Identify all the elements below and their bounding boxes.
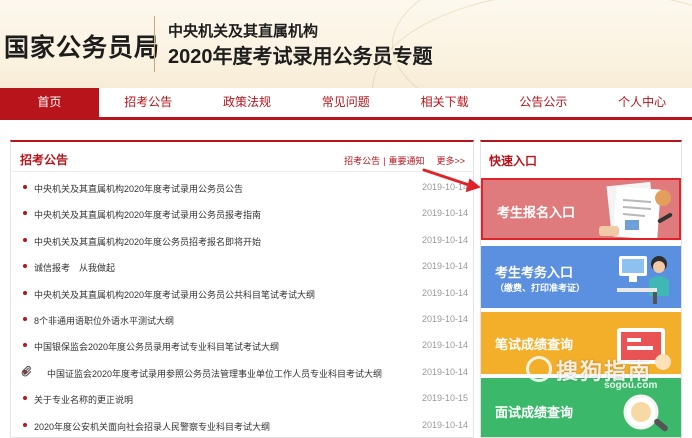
quick-entry-panel: 快速入口 考生报名入口 考生考务入口 （缴费、打印准考证） 笔试成绩查询 面试成…: [480, 140, 682, 438]
list-item[interactable]: 2020年度公安机关面向社会招录人民警察专业科目考试大纲 2019-10-14: [11, 412, 473, 437]
notice-title[interactable]: 中央机关及其直属机构2020年度考试录用公务员公共科目笔试考试大纲: [34, 288, 315, 301]
application-form-icon: [599, 182, 673, 238]
link-recruitment-notices[interactable]: 招考公告: [344, 154, 380, 167]
exam-affairs-entry-label: 考生考务入口: [495, 265, 574, 280]
notice-date: 2019-10-15: [422, 393, 469, 404]
main-nav: 首页 招考公告 政策法规 常见问题 相关下载 公告公示 个人中心: [0, 88, 692, 120]
bullet-icon: [23, 264, 27, 269]
list-item[interactable]: 中央机关及其直属机构2020年度考试录用公务员公告 2019-10-14: [11, 174, 473, 200]
register-entry-label: 考生报名入口: [497, 205, 576, 220]
notice-title[interactable]: 中国证监会2020年度考试录用参照公务员法管理事业单位工作人员专业科目考试大纲: [47, 367, 382, 380]
nav-item-home[interactable]: 首页: [0, 88, 99, 117]
more-link[interactable]: 更多>>: [436, 154, 465, 167]
bullet-icon: [23, 343, 27, 348]
site-name[interactable]: 国家公务员局: [4, 28, 160, 64]
quick-entry-title: 快速入口: [489, 154, 538, 168]
nav-item-policies[interactable]: 政策法规: [198, 88, 297, 117]
header-subtitle: 中央机关及其直属机构: [168, 23, 319, 40]
list-item[interactable]: 中央机关及其直属机构2020年度考试录用公务员报考指南 2019-10-14: [11, 200, 473, 226]
list-item[interactable]: 关于专业名称的更正说明 2019-10-15: [11, 385, 473, 411]
notice-panel-header: 招考公告 招考公告 | 重要通知 更多>>: [11, 142, 473, 172]
bullet-icon: [23, 211, 27, 216]
written-score-entry-button[interactable]: 笔试成绩查询: [481, 312, 681, 374]
notice-panel-title: 招考公告: [20, 153, 69, 167]
header-title: 2020年度考试录用公务员专题: [168, 46, 433, 68]
notice-title[interactable]: 8个非通用语职位外语水平测试大纲: [34, 314, 174, 327]
list-item[interactable]: 中央机关及其直属机构2020年度公务员招考报名即将开始 2019-10-14: [11, 227, 473, 253]
notice-date: 2019-10-14: [422, 366, 469, 377]
header-divider: [154, 16, 155, 72]
notice-title[interactable]: 中央机关及其直属机构2020年度考试录用公务员报考指南: [34, 208, 261, 221]
list-item[interactable]: 8个非通用语职位外语水平测试大纲 2019-10-14: [11, 306, 473, 332]
magnifier-icon: [623, 394, 668, 432]
notice-title[interactable]: 诚信报考 从我做起: [34, 261, 115, 274]
notice-date: 2019-10-14: [422, 287, 469, 298]
notice-date: 2019-10-14: [422, 234, 469, 245]
notice-title[interactable]: 2020年度公安机关面向社会招录人民警察专业科目考试大纲: [34, 420, 270, 433]
exam-affairs-entry-button[interactable]: 考生考务入口 （缴费、打印准考证）: [481, 246, 681, 308]
notice-title[interactable]: 中央机关及其直属机构2020年度考试录用公务员公告: [34, 182, 243, 195]
notice-panel-links: 招考公告 | 重要通知 更多>>: [344, 154, 465, 167]
bullet-icon: [23, 237, 27, 242]
register-entry-button[interactable]: 考生报名入口: [481, 178, 681, 240]
notice-list: 中央机关及其直属机构2020年度考试录用公务员公告 2019-10-14 中央机…: [11, 174, 473, 437]
notice-panel: 招考公告 招考公告 | 重要通知 更多>> 中央机关及其直属机构2020年度考试…: [10, 140, 474, 438]
nav-item-faq[interactable]: 常见问题: [296, 88, 395, 117]
site-header: 国家公务员局 中央机关及其直属机构 2020年度考试录用公务员专题: [0, 0, 692, 88]
link-separator: |: [383, 155, 386, 166]
nav-item-recruitment-notices[interactable]: 招考公告: [99, 88, 198, 117]
list-item[interactable]: 中国证监会2020年度考试录用参照公务员法管理事业单位工作人员专业科目考试大纲 …: [11, 359, 473, 385]
bullet-icon: [23, 396, 27, 401]
notice-title[interactable]: 中央机关及其直属机构2020年度公务员招考报名即将开始: [34, 235, 261, 248]
written-score-entry-label: 笔试成绩查询: [495, 337, 574, 352]
interview-score-entry-button[interactable]: 面试成绩查询: [481, 378, 681, 437]
computer-user-icon: [617, 256, 669, 304]
notice-title[interactable]: 中国银保监会2020年度公务员录用考试专业科目笔试考试大纲: [34, 340, 279, 353]
list-item[interactable]: 中央机关及其直属机构2020年度考试录用公务员公共科目笔试考试大纲 2019-1…: [11, 280, 473, 306]
notice-title[interactable]: 关于专业名称的更正说明: [34, 393, 133, 406]
nav-item-announcements[interactable]: 公告公示: [494, 88, 593, 117]
notice-date: 2019-10-14: [422, 313, 469, 324]
notice-date: 2019-10-14: [422, 208, 469, 219]
link-important-notices[interactable]: 重要通知: [388, 154, 424, 167]
bullet-icon: [23, 316, 27, 321]
notice-date: 2019-10-14: [422, 261, 469, 272]
nav-item-user-center[interactable]: 个人中心: [593, 88, 692, 117]
list-item[interactable]: 诚信报考 从我做起 2019-10-14: [11, 253, 473, 279]
score-board-icon: [617, 328, 671, 370]
arrow-icon: [422, 168, 481, 193]
interview-score-entry-label: 面试成绩查询: [495, 405, 574, 420]
bullet-icon: [23, 290, 27, 295]
nav-item-downloads[interactable]: 相关下载: [395, 88, 494, 117]
page: 国家公务员局 中央机关及其直属机构 2020年度考试录用公务员专题 首页 招考公…: [0, 0, 692, 438]
notice-date: 2019-10-14: [422, 340, 469, 351]
bullet-icon: [23, 422, 27, 427]
exam-affairs-entry-sub: （缴费、打印准考证）: [495, 283, 586, 293]
notice-date: 2019-10-14: [422, 419, 469, 430]
bullet-icon: [23, 185, 27, 189]
list-item[interactable]: 中国银保监会2020年度公务员录用考试专业科目笔试考试大纲 2019-10-14: [11, 332, 473, 358]
paperclip-icon: [21, 365, 32, 377]
